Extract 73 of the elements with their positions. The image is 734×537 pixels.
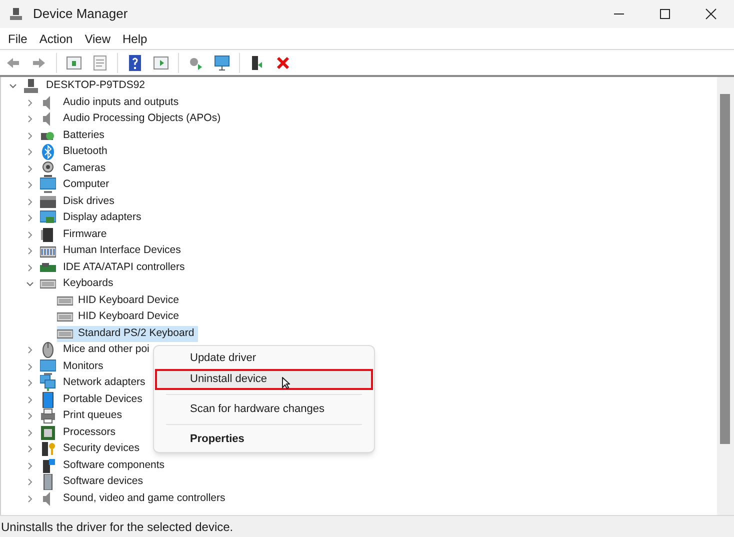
expand-chevron-icon[interactable] <box>25 428 35 438</box>
expand-chevron-icon[interactable] <box>25 378 35 388</box>
expand-chevron-icon[interactable] <box>25 362 35 372</box>
expand-chevron-icon[interactable] <box>25 246 35 256</box>
expand-chevron-icon[interactable] <box>25 230 35 240</box>
tree-item[interactable]: Processors <box>63 424 116 441</box>
expand-chevron-icon[interactable] <box>25 444 35 454</box>
tree-item[interactable]: Network adapters <box>63 375 146 392</box>
expand-chevron-icon[interactable] <box>25 262 35 273</box>
mouse-icon <box>40 342 56 358</box>
monitor-icon <box>40 177 56 194</box>
cursor-icon <box>282 377 290 389</box>
tree-item[interactable]: Display adapters <box>63 210 142 226</box>
expand-chevron-icon[interactable] <box>25 477 35 488</box>
tree-item[interactable]: Firmware <box>63 226 107 243</box>
tree-item[interactable]: Monitors <box>63 358 104 375</box>
tree-item[interactable]: HID Keyboard Device <box>57 309 183 326</box>
expand-chevron-icon[interactable] <box>25 147 35 158</box>
drive-icon <box>40 194 56 210</box>
tree-item[interactable]: Human Interface Devices <box>63 243 181 260</box>
window-title: Device Manager <box>33 5 128 24</box>
tree-item[interactable]: Print queues <box>63 408 122 424</box>
expand-chevron-icon[interactable] <box>25 494 35 504</box>
tree-item[interactable]: DESKTOP-P9TDS92 <box>46 78 146 94</box>
tree-item[interactable]: Standard PS/2 Keyboard <box>57 326 198 342</box>
expand-chevron-icon[interactable] <box>25 411 35 422</box>
computer-icon <box>9 7 23 21</box>
expand-chevron-icon[interactable] <box>25 130 35 141</box>
tree-item[interactable]: HID Keyboard Device <box>57 292 183 309</box>
tree-item[interactable]: Cameras <box>63 160 106 177</box>
bluetooth-icon <box>40 144 56 160</box>
tree-item[interactable]: Sound, video and game controllers <box>63 490 226 507</box>
expand-chevron-icon[interactable] <box>25 394 35 405</box>
tree-item[interactable]: Batteries <box>63 128 104 144</box>
expand-chevron-icon[interactable] <box>25 196 35 207</box>
printer-icon <box>40 408 56 424</box>
tree-item[interactable]: Computer <box>63 177 110 194</box>
tree-item[interactable]: Audio Processing Objects (APOs) <box>63 111 221 128</box>
processor-icon <box>40 424 56 441</box>
menu-item[interactable]: View <box>78 28 116 50</box>
expand-chevron-icon[interactable] <box>25 460 35 471</box>
scrollbar[interactable] <box>717 77 734 515</box>
menu-item[interactable]: Properties <box>155 429 373 450</box>
network-icon <box>40 375 56 392</box>
menu-item[interactable]: File <box>2 28 34 50</box>
menu-item[interactable]: Scan for hardware changes <box>155 399 373 420</box>
tree-item[interactable]: Software devices <box>63 474 143 490</box>
tree-item[interactable]: Security devices <box>63 441 140 458</box>
tree-item[interactable]: IDE ATA/ATAPI controllers <box>63 260 185 276</box>
expand-chevron-icon[interactable] <box>25 213 35 224</box>
menu-item[interactable]: Uninstall device <box>155 369 373 390</box>
tree-item[interactable]: Software components <box>63 458 165 474</box>
expand-chevron-icon[interactable] <box>25 180 35 190</box>
tree-item[interactable]: Disk drives <box>63 194 114 210</box>
status-text: Uninstalls the driver for the selected device. <box>0 518 234 536</box>
menu-item[interactable]: Update driver <box>155 348 373 369</box>
tree-item[interactable]: Mice and other poi <box>63 342 150 358</box>
menu-item[interactable]: Action <box>33 28 79 50</box>
tree-item[interactable]: Audio inputs and outputs <box>63 94 179 111</box>
tree-item[interactable]: Portable Devices <box>63 392 142 408</box>
expand-chevron-icon[interactable] <box>25 98 35 108</box>
scrollbar-thumb[interactable] <box>720 94 730 444</box>
webcam-icon <box>40 160 56 177</box>
key-icon <box>40 441 56 458</box>
menu-item[interactable]: Help <box>116 28 154 50</box>
monitor-icon <box>40 358 56 375</box>
expand-chevron-icon[interactable] <box>25 345 35 356</box>
expand-chevron-icon[interactable] <box>25 114 35 124</box>
computer-icon <box>23 78 39 94</box>
tree-item[interactable]: Bluetooth <box>63 144 108 160</box>
tablet-icon <box>40 392 56 408</box>
tree-item[interactable]: Keyboards <box>63 276 114 292</box>
expand-chevron-icon[interactable] <box>25 164 35 174</box>
